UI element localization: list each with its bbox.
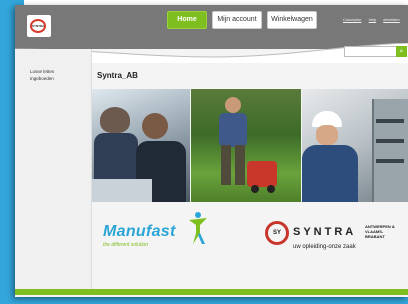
conceptor-link[interactable]: Conceptor bbox=[343, 17, 361, 22]
help-link[interactable]: help bbox=[369, 17, 377, 22]
sidebar-item-ingeboeden[interactable]: Ingeboeden bbox=[30, 76, 54, 81]
syntra-wordmark: SYNTRA bbox=[293, 226, 357, 238]
syntra-tagline: uw opleiding-onze zaak bbox=[293, 244, 356, 250]
manufast-figure-icon bbox=[189, 212, 207, 244]
sidebar: Losse lettes Ingeboeden bbox=[15, 49, 92, 289]
logo-ring-icon: SYNTRA bbox=[30, 19, 46, 33]
manufast-logo: Manufast the different solution bbox=[103, 223, 176, 248]
blue-background-bottom bbox=[0, 296, 408, 304]
syntra-ring-icon: SY bbox=[265, 221, 289, 245]
photo-gardener-mower bbox=[191, 89, 301, 202]
search-button[interactable]: ⌕ bbox=[396, 46, 407, 57]
logout-link[interactable]: afmelden bbox=[383, 17, 399, 22]
browser-window: SYNTRA Home Mijn account Winkelwagen Con… bbox=[15, 5, 408, 297]
syntra-ring-text: SY bbox=[272, 230, 281, 236]
page-title: Syntra_AB bbox=[97, 71, 138, 80]
photo-electrician-helmet bbox=[302, 89, 408, 202]
top-links: Conceptor help afmelden bbox=[343, 17, 406, 22]
syntra-logo-small[interactable]: SYNTRA bbox=[27, 15, 51, 37]
manufast-tagline: the different solution bbox=[103, 242, 149, 248]
syntra-region: ANTWERPEN & VLAAMS-BRABANT bbox=[365, 224, 401, 239]
manufast-wordmark: Manufast bbox=[103, 223, 176, 240]
home-button[interactable]: Home bbox=[167, 11, 207, 29]
logo-text: SYNTRA bbox=[32, 24, 45, 28]
syntra-logo-large: SY SYNTRA ANTWERPEN & VLAAMS-BRABANT uw … bbox=[265, 221, 401, 257]
photo-students-laptops bbox=[92, 89, 190, 202]
search-input[interactable] bbox=[344, 46, 398, 57]
syntra-region-line-2: VLAAMS-BRABANT bbox=[365, 229, 385, 239]
my-account-button[interactable]: Mijn account bbox=[212, 11, 262, 29]
footer-bar bbox=[15, 289, 408, 295]
sidebar-item-losse-lettes[interactable]: Losse lettes bbox=[30, 69, 54, 74]
cart-button[interactable]: Winkelwagen bbox=[267, 11, 317, 29]
